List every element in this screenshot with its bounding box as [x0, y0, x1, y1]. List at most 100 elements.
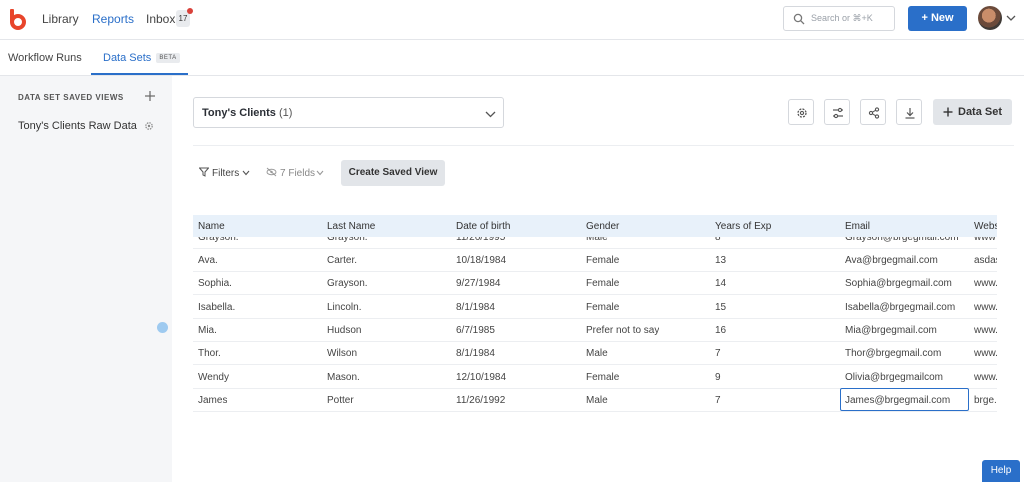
table-cell[interactable]: 8/1/1984: [456, 348, 495, 359]
table-cell[interactable]: Wilson: [327, 348, 357, 359]
table-row[interactable]: Mia. Hudson 6/7/1985 Prefer not to say 16 Mia…: [193, 319, 997, 342]
table-cell[interactable]: Isabella.: [198, 302, 235, 313]
filters-button[interactable]: Filters: [212, 168, 239, 179]
table-cell[interactable]: Male: [586, 395, 608, 406]
tab-workflow-runs[interactable]: Workflow Runs: [8, 52, 82, 64]
chevron-down-icon[interactable]: [242, 170, 250, 176]
column-header[interactable]: Years of Exp: [715, 221, 771, 232]
new-button-label: New: [930, 12, 954, 24]
eye-off-icon[interactable]: [266, 167, 277, 177]
column-header[interactable]: Date of birth: [456, 221, 510, 232]
table-cell[interactable]: www.: [974, 348, 997, 359]
table-cell[interactable]: 12/10/1984: [456, 372, 506, 383]
sidebar-item-raw-data[interactable]: Tony's Clients Raw Data: [18, 120, 137, 132]
table-cell[interactable]: Olivia@brgegmailcom: [845, 372, 943, 383]
table-cell[interactable]: www.: [974, 325, 997, 336]
table-row[interactable]: Ava. Carter. 10/18/1984 Female 13 Ava@brgegma…: [193, 249, 997, 272]
share-icon: [868, 107, 880, 119]
table-cell[interactable]: Isabella@brgegmail.com: [845, 302, 955, 313]
table-cell[interactable]: 13: [715, 255, 726, 266]
data-table: Name Last Name Date of birth Gender Year…: [193, 215, 997, 415]
table-cell[interactable]: 15: [715, 302, 726, 313]
table-cell[interactable]: Thor.: [198, 348, 221, 359]
table-cell[interactable]: Female: [586, 372, 619, 383]
table-cell[interactable]: Female: [586, 278, 619, 289]
table-cell[interactable]: asdas: [974, 255, 997, 266]
table-cell[interactable]: Sophia@brgegmail.com: [845, 278, 952, 289]
column-header[interactable]: Email: [845, 221, 870, 232]
search-input[interactable]: Search or ⌘+K: [783, 6, 895, 31]
fields-button[interactable]: 7 Fields: [280, 168, 315, 179]
tab-data-sets[interactable]: Data Sets: [103, 52, 151, 64]
table-row[interactable]: Wendy Mason. 12/10/1984 Female 9 Olivia@brgeg…: [193, 366, 997, 389]
table-cell[interactable]: Female: [586, 255, 619, 266]
table-cell[interactable]: Ava@brgegmail.com: [845, 255, 938, 266]
add-data-set-button[interactable]: Data Set: [933, 99, 1012, 125]
settings-button[interactable]: [788, 99, 814, 125]
sliders-icon: [833, 107, 843, 119]
table-cell[interactable]: www.: [974, 372, 997, 383]
column-header[interactable]: Webs: [974, 221, 997, 232]
table-cell[interactable]: Potter: [327, 395, 354, 406]
nav-reports[interactable]: Reports: [92, 12, 134, 26]
table-cell[interactable]: www.: [974, 302, 997, 313]
table-cell[interactable]: Male: [586, 348, 608, 359]
table-cell[interactable]: Grayson.: [327, 278, 368, 289]
create-saved-view-button[interactable]: Create Saved View: [341, 160, 445, 186]
plus-icon: [943, 107, 953, 117]
table-cell[interactable]: brge.: [974, 395, 997, 406]
table-cell[interactable]: 8/1/1984: [456, 302, 495, 313]
table-cell[interactable]: 10/18/1984: [456, 255, 506, 266]
filter-icon[interactable]: [199, 167, 209, 177]
chevron-down-icon[interactable]: [1006, 14, 1016, 22]
download-button[interactable]: [896, 99, 922, 125]
dataset-select[interactable]: Tony's Clients (1): [193, 97, 504, 128]
column-header[interactable]: Last Name: [327, 221, 375, 232]
help-button[interactable]: Help: [982, 460, 1020, 482]
add-saved-view-icon[interactable]: [144, 90, 156, 102]
table-cell[interactable]: 16: [715, 325, 726, 336]
table-cell[interactable]: Mason.: [327, 372, 360, 383]
table-cell[interactable]: 6/7/1985: [456, 325, 495, 336]
search-icon: [793, 13, 805, 25]
download-icon: [905, 108, 915, 119]
gear-icon[interactable]: [144, 121, 154, 131]
table-cell[interactable]: Prefer not to say: [586, 325, 659, 336]
column-header[interactable]: Gender: [586, 221, 619, 232]
table-cell[interactable]: Sophia.: [198, 278, 232, 289]
app-logo-icon[interactable]: [8, 8, 26, 30]
share-button[interactable]: [860, 99, 886, 125]
nav-library[interactable]: Library: [42, 12, 79, 26]
table-row[interactable]: Thor. Wilson 8/1/1984 Male 7 Thor@brgegmail.c…: [193, 342, 997, 366]
sidebar-title: DATA SET SAVED VIEWS: [18, 93, 124, 102]
add-data-set-label: Data Set: [958, 106, 1003, 118]
table-cell[interactable]: Lincoln.: [327, 302, 361, 313]
column-header[interactable]: Name: [198, 221, 225, 232]
table-row[interactable]: Sophia. Grayson. 9/27/1984 Female 14 Sophia@b…: [193, 272, 997, 296]
table-cell[interactable]: Ava.: [198, 255, 218, 266]
user-avatar[interactable]: [978, 6, 1002, 30]
chevron-down-icon[interactable]: [316, 170, 324, 176]
table-cell[interactable]: 7: [715, 395, 721, 406]
plus-icon: +: [921, 12, 928, 24]
table-cell[interactable]: Hudson: [327, 325, 361, 336]
active-tab-indicator: [91, 73, 188, 75]
table-cell[interactable]: 11/26/1992: [456, 395, 505, 406]
table-cell[interactable]: Female: [586, 302, 619, 313]
table-cell[interactable]: Wendy: [198, 372, 229, 383]
top-navigation: Library Reports Inbox 17 Search or ⌘+K +…: [0, 0, 1024, 40]
table-cell[interactable]: Mia@brgegmail.com: [845, 325, 937, 336]
new-button[interactable]: + New: [908, 6, 967, 31]
table-cell[interactable]: Carter.: [327, 255, 357, 266]
nav-inbox[interactable]: Inbox: [146, 12, 175, 26]
table-row[interactable]: Isabella. Lincoln. 8/1/1984 Female 15 Isabell…: [193, 296, 997, 319]
table-cell[interactable]: James: [198, 395, 227, 406]
table-cell[interactable]: 9: [715, 372, 721, 383]
table-cell[interactable]: 7: [715, 348, 721, 359]
adjust-button[interactable]: [824, 99, 850, 125]
table-cell[interactable]: 14: [715, 278, 726, 289]
table-cell[interactable]: www.: [974, 278, 997, 289]
table-cell[interactable]: Mia.: [198, 325, 217, 336]
table-cell[interactable]: 9/27/1984: [456, 278, 501, 289]
table-cell[interactable]: Thor@brgegmail.com: [845, 348, 941, 359]
